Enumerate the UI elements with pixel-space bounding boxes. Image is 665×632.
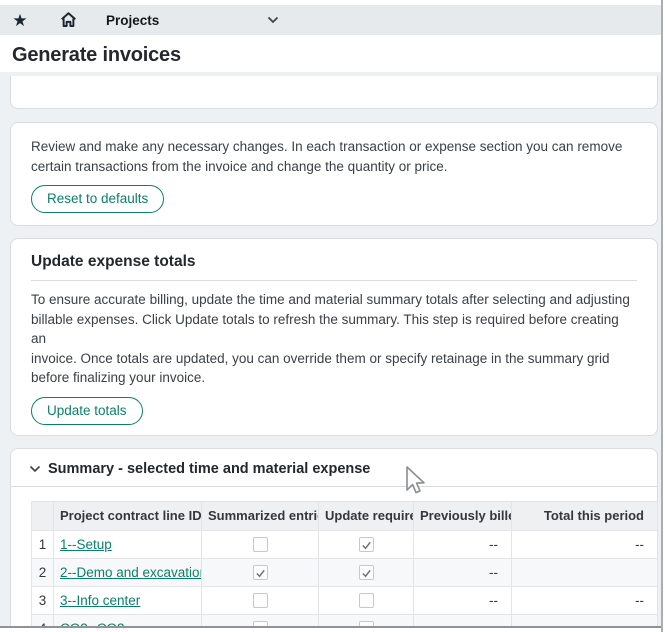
row-number: 4 [32, 614, 54, 626]
summarized-entries-cell [202, 530, 319, 558]
col-header-rownum [32, 501, 54, 530]
summarized-entries-checkbox[interactable] [253, 565, 268, 580]
summarized-entries-cell [202, 586, 319, 614]
home-icon[interactable] [58, 10, 78, 30]
window-bottom-edge [0, 626, 661, 628]
page-body: Review and make any necessary changes. I… [0, 72, 661, 626]
chevron-down-icon[interactable] [267, 16, 279, 24]
update-required-cell [319, 558, 414, 586]
scrolled-card-partial [10, 76, 658, 109]
app-window: ★ Projects Generate invoices Review and … [0, 0, 665, 632]
star-icon[interactable]: ★ [10, 10, 30, 30]
previously-billed-value: -- [414, 586, 512, 614]
col-header-summarized: Summarized entries [202, 501, 319, 530]
previously-billed-value: -- [414, 530, 512, 558]
contract-line-cell: 1--Setup [54, 530, 202, 558]
review-text: Review and make any necessary changes. I… [31, 137, 637, 176]
summary-card: Summary - selected time and material exp… [10, 448, 658, 627]
col-header-update-required: Update required [319, 501, 414, 530]
contract-line-cell: 3--Info center [54, 586, 202, 614]
update-required-cell [319, 586, 414, 614]
page-title: Generate invoices [0, 35, 661, 67]
total-this-period-value [512, 558, 658, 586]
previously-billed-value: -- [414, 614, 512, 626]
paragraph-line: certain transactions from the invoice an… [31, 157, 637, 177]
paragraph-line: To ensure accurate billing, update the t… [31, 290, 637, 310]
title-bar: Generate invoices [0, 35, 661, 72]
paragraph-line: before finalizing your invoice. [31, 368, 637, 388]
update-required-checkbox[interactable] [359, 565, 374, 580]
summarized-entries-checkbox[interactable] [253, 593, 268, 608]
table-row: 4CO2--CO2 -- [32, 614, 658, 626]
review-card: Review and make any necessary changes. I… [10, 122, 658, 226]
update-required-checkbox[interactable] [359, 537, 374, 552]
reset-to-defaults-button[interactable]: Reset to defaults [31, 185, 164, 213]
row-number: 2 [32, 558, 54, 586]
chevron-down-icon[interactable] [29, 465, 41, 473]
col-header-previously-billed: Previously billed [414, 501, 512, 530]
contract-line-cell: CO2--CO2 [54, 614, 202, 626]
update-required-cell [319, 614, 414, 626]
summary-section-header[interactable]: Summary - selected time and material exp… [11, 461, 657, 487]
update-totals-button[interactable]: Update totals [31, 397, 143, 425]
total-this-period-value [512, 614, 658, 626]
contract-line-link[interactable]: 3--Info center [60, 593, 140, 608]
update-totals-text: To ensure accurate billing, update the t… [31, 290, 637, 388]
col-header-line-id: Project contract line ID [54, 501, 202, 530]
total-this-period-value: -- [512, 530, 658, 558]
contract-line-cell: 2--Demo and excavation [54, 558, 202, 586]
contract-line-link[interactable]: 1--Setup [60, 537, 112, 552]
table-header-row: Project contract line ID Summarized entr… [32, 501, 658, 530]
paragraph-line: invoice. Once totals are updated, you ca… [31, 349, 637, 369]
summarized-entries-cell [202, 614, 319, 626]
update-expense-totals-heading: Update expense totals [31, 253, 637, 281]
table-row: 2 2--Demo and excavation -- [32, 558, 658, 586]
row-number: 1 [32, 530, 54, 558]
col-header-total-period: Total this period [512, 501, 658, 530]
summary-table: Project contract line ID Summarized entr… [31, 501, 658, 627]
summarized-entries-cell [202, 558, 319, 586]
paragraph-line: Review and make any necessary changes. I… [31, 137, 637, 157]
summary-table-container: Project contract line ID Summarized entr… [11, 487, 657, 627]
window-right-edge [661, 0, 663, 632]
table-row: 1 1--Setup ---- [32, 530, 658, 558]
summary-table-body: 11--Setup----22--Demo and excavation--33… [32, 530, 658, 626]
projects-dropdown-label[interactable]: Projects [106, 13, 159, 28]
row-number: 3 [32, 586, 54, 614]
update-required-cell [319, 530, 414, 558]
table-row: 3 3--Info center ---- [32, 586, 658, 614]
summarized-entries-checkbox[interactable] [253, 537, 268, 552]
summary-section-title: Summary - selected time and material exp… [48, 461, 370, 477]
paragraph-line: billable expenses. Click Update totals t… [31, 310, 637, 349]
update-expense-totals-card: Update expense totals To ensure accurate… [10, 238, 658, 436]
update-required-checkbox[interactable] [359, 593, 374, 608]
contract-line-link[interactable]: 2--Demo and excavation [60, 565, 202, 580]
total-this-period-value: -- [512, 586, 658, 614]
top-navigation-bar: ★ Projects [0, 5, 661, 35]
previously-billed-value: -- [414, 558, 512, 586]
